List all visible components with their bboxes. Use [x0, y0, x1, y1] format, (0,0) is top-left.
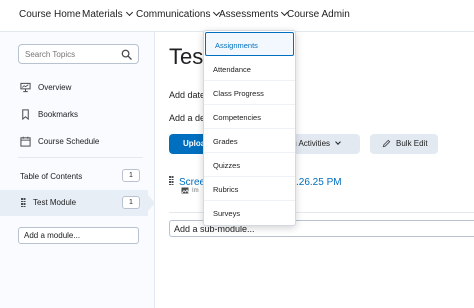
- overview-icon: [20, 82, 31, 93]
- menu-item-class-progress[interactable]: Class Progress: [204, 81, 295, 105]
- sidebar: Overview Bookmarks Course Schedule Table…: [0, 32, 155, 308]
- image-icon: [181, 187, 189, 194]
- top-navigation: Course Home Materials Communications Ass…: [0, 0, 474, 32]
- nav-course-home[interactable]: Course Home: [19, 9, 81, 20]
- bulk-edit-button[interactable]: Bulk Edit: [370, 134, 438, 154]
- nav-course-admin[interactable]: Course Admin: [287, 9, 350, 20]
- sidebar-item-bookmarks[interactable]: Bookmarks: [20, 109, 78, 120]
- nav-communications[interactable]: Communications: [136, 8, 221, 20]
- assessments-dropdown-menu: Assignments Attendance Class Progress Co…: [203, 30, 296, 226]
- sidebar-item-label: Bookmarks: [38, 110, 79, 119]
- menu-item-grades[interactable]: Grades: [204, 129, 295, 153]
- module-count-badge: 1: [122, 196, 140, 209]
- menu-item-quizzes[interactable]: Quizzes: [204, 153, 295, 177]
- nav-assessments[interactable]: Assessments: [219, 8, 289, 20]
- nav-communications-label: Communications: [136, 9, 211, 20]
- topic-type: Im: [181, 187, 199, 194]
- chevron-down-icon: [335, 139, 341, 145]
- topic-title-time[interactable]: .26.25 PM: [296, 177, 342, 188]
- search-icon[interactable]: [121, 49, 132, 60]
- module-label: Test Module: [33, 198, 77, 207]
- menu-item-surveys[interactable]: Surveys: [204, 201, 295, 225]
- menu-item-rubrics[interactable]: Rubrics: [204, 177, 295, 201]
- table-of-contents-link[interactable]: Table of Contents: [20, 172, 82, 181]
- nav-materials-label: Materials: [82, 9, 123, 20]
- chevron-down-icon: [125, 8, 133, 17]
- menu-item-attendance[interactable]: Attendance: [204, 57, 295, 81]
- drag-handle-icon[interactable]: [21, 198, 25, 208]
- add-dates-link[interactable]: Add date: [169, 90, 205, 100]
- add-module-input[interactable]: Add a module...: [18, 227, 139, 244]
- pencil-icon: [382, 139, 391, 148]
- menu-item-assignments[interactable]: Assignments: [205, 32, 294, 56]
- search-topics-box[interactable]: [18, 44, 139, 64]
- bulk-edit-label: Bulk Edit: [396, 139, 428, 148]
- sidebar-item-label: Overview: [38, 83, 72, 92]
- add-description-link[interactable]: Add a de: [169, 113, 205, 123]
- sidebar-item-label: Course Schedule: [38, 137, 100, 146]
- module-test-module[interactable]: Test Module 1: [0, 190, 155, 216]
- sidebar-item-overview[interactable]: Overview: [20, 82, 71, 93]
- drag-handle-icon[interactable]: [169, 176, 173, 186]
- nav-materials[interactable]: Materials: [82, 8, 133, 20]
- topic-type-label: Im: [192, 187, 199, 194]
- sidebar-divider: [18, 157, 143, 158]
- toc-count-badge: 1: [122, 169, 140, 182]
- menu-item-competencies[interactable]: Competencies: [204, 105, 295, 129]
- search-input[interactable]: [25, 50, 115, 59]
- nav-assessments-label: Assessments: [219, 9, 279, 20]
- bookmark-icon: [22, 109, 29, 120]
- calendar-icon: [20, 136, 31, 147]
- sidebar-item-course-schedule[interactable]: Course Schedule: [20, 136, 99, 147]
